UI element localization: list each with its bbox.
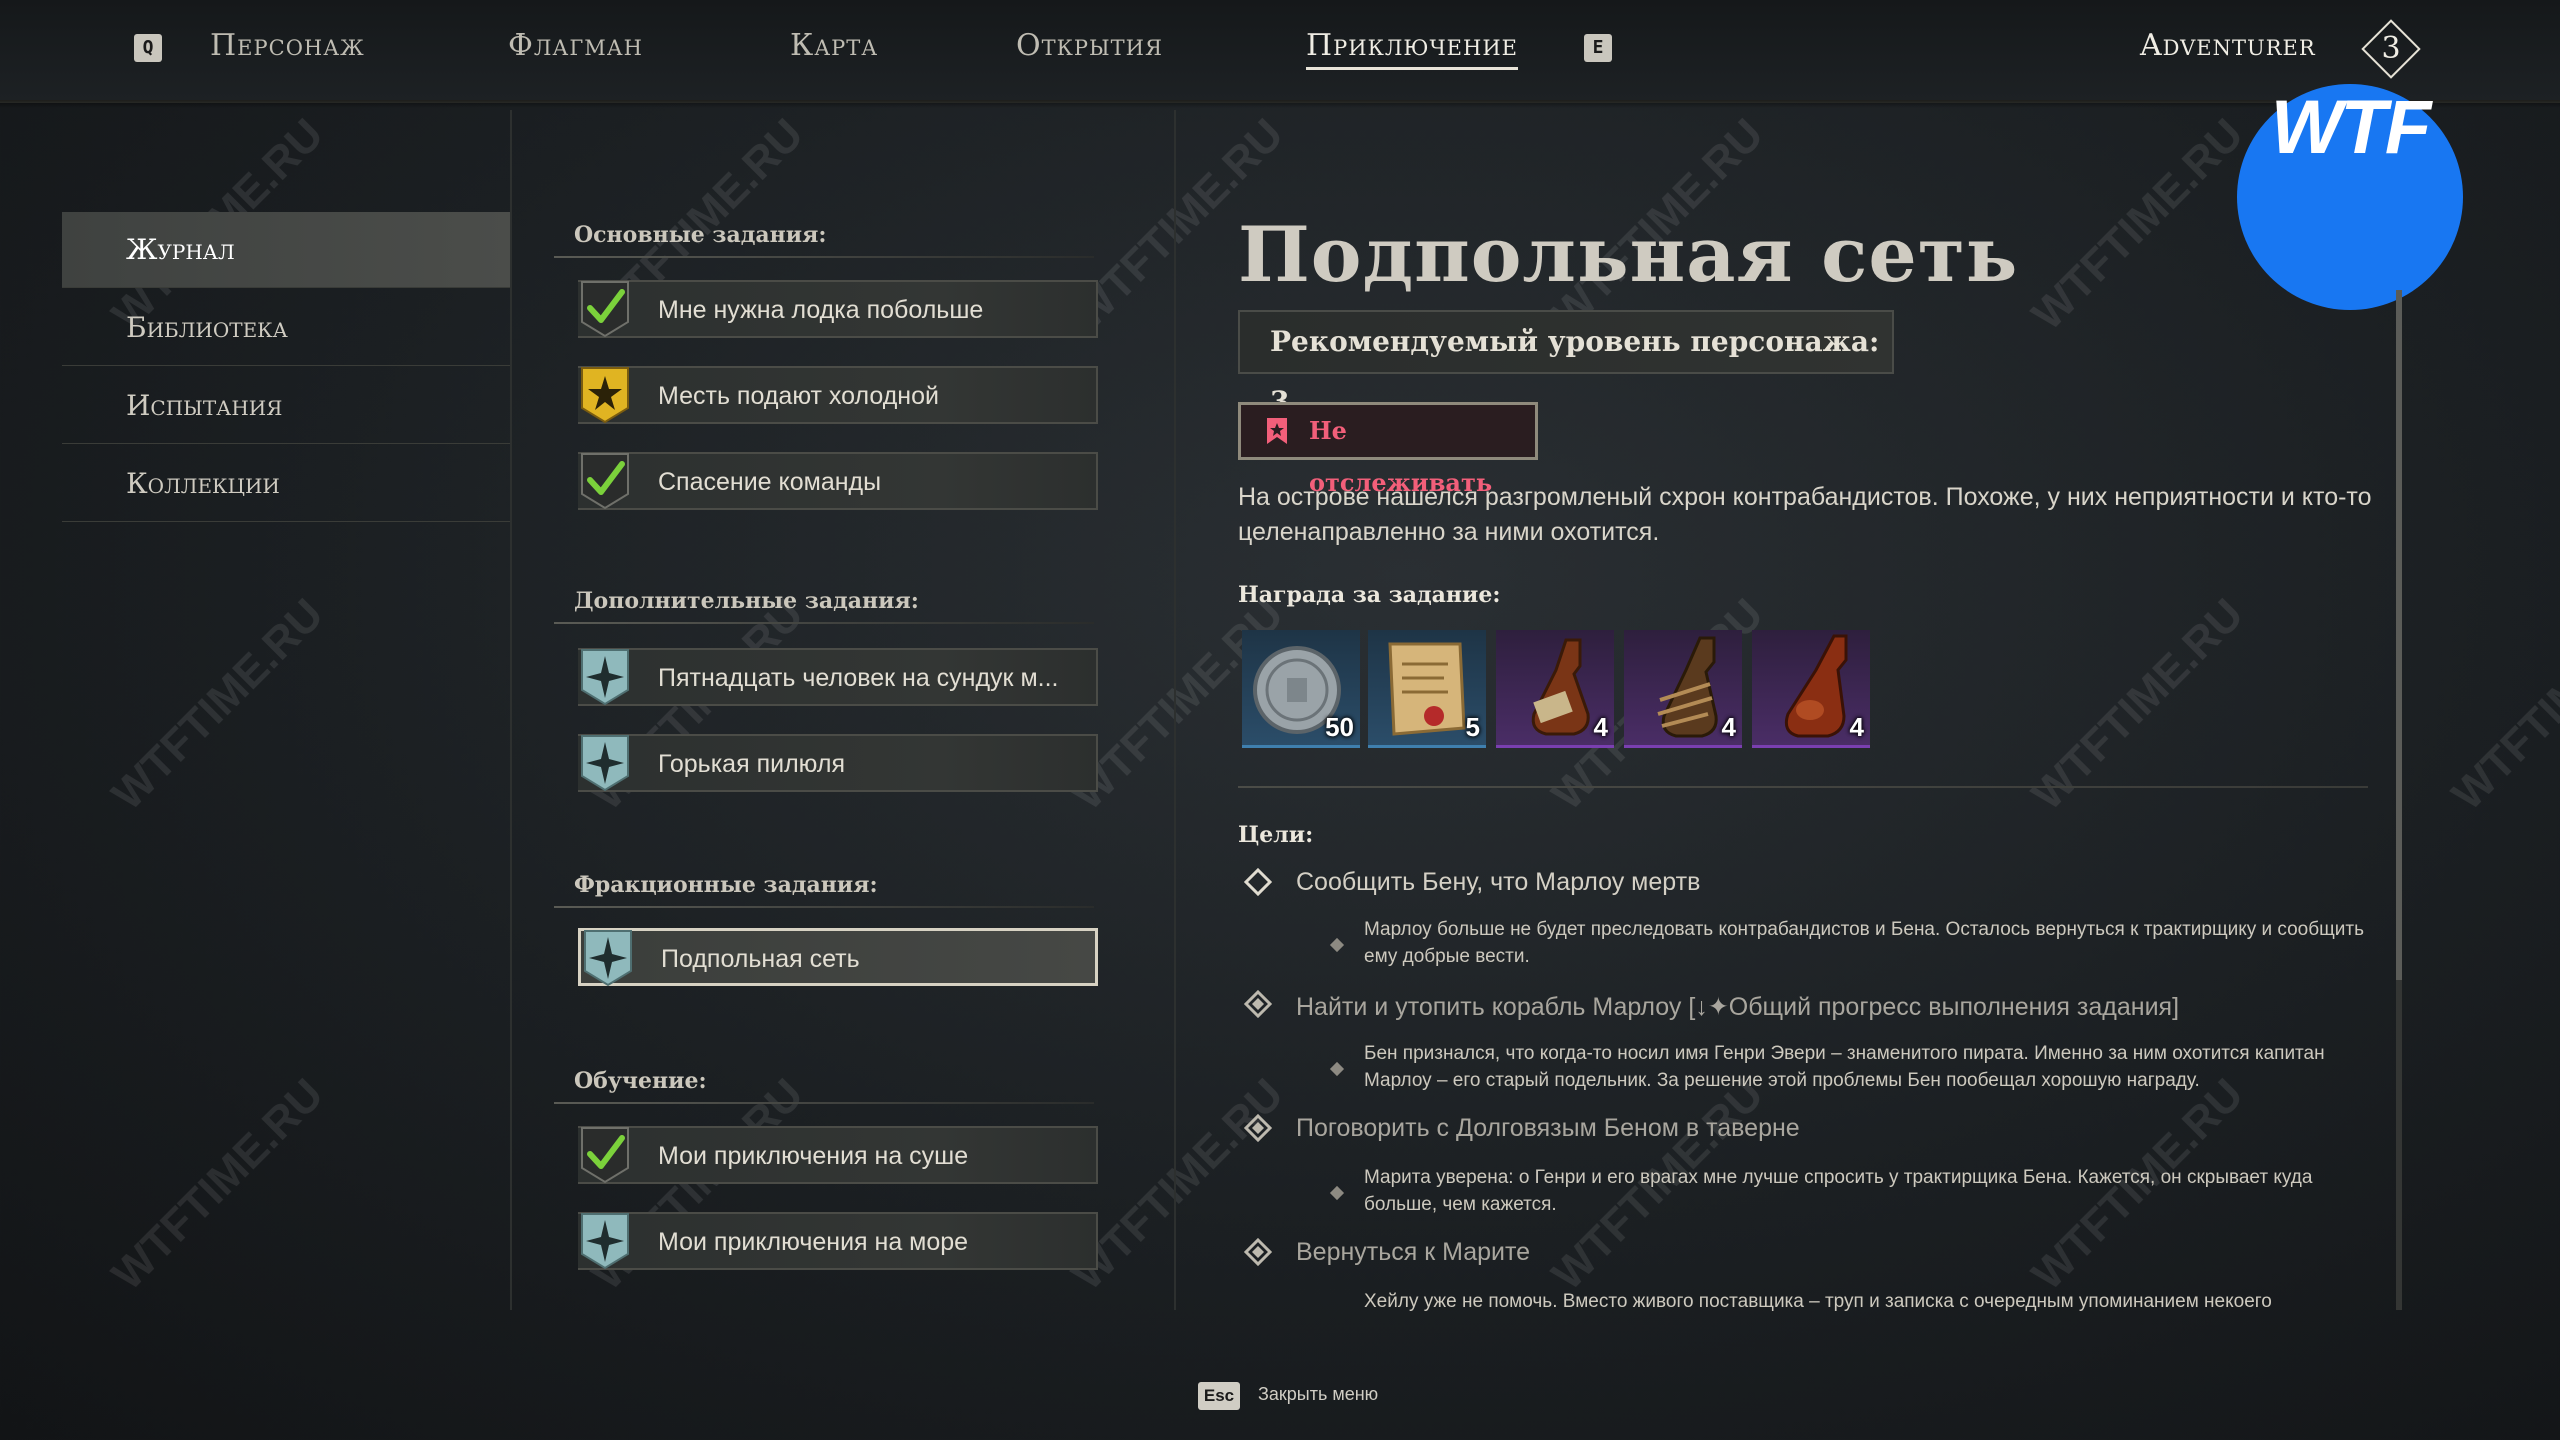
completed-quest-icon bbox=[581, 453, 629, 510]
divider bbox=[554, 1102, 1094, 1104]
quest-label: Пятнадцать человек на сундук м... bbox=[658, 664, 1059, 692]
quest-label: Спасение команды bbox=[658, 468, 882, 496]
tab-flagship[interactable]: Флагман bbox=[508, 28, 643, 63]
objective-note: Марлоу больше не будет преследовать конт… bbox=[1364, 919, 2364, 967]
active-quest-icon bbox=[581, 735, 629, 792]
objective-open-icon bbox=[1244, 868, 1272, 896]
goals-heading: Цели: bbox=[1238, 822, 1314, 848]
reward-item[interactable]: 4 bbox=[1624, 630, 1742, 748]
divider bbox=[554, 622, 1094, 624]
tab-character[interactable]: Персонаж bbox=[210, 28, 365, 63]
objective-title: Сообщить Бену, что Марлоу мертв bbox=[1296, 868, 1701, 896]
quest-item[interactable]: Спасение команды bbox=[578, 452, 1098, 510]
shared-progress-icon: ↓✦ bbox=[1695, 993, 1729, 1021]
bookmark-icon bbox=[1267, 418, 1287, 444]
tutorial-quests-heading: Обучение: bbox=[574, 1068, 707, 1094]
sidebar-item-collections[interactable]: Коллекции bbox=[62, 446, 510, 522]
scrollbar-thumb[interactable] bbox=[2396, 290, 2402, 980]
reward-count: 4 bbox=[1593, 712, 1608, 742]
tab-adventure[interactable]: Приключение bbox=[1306, 28, 1518, 70]
reward-item[interactable]: 4 bbox=[1496, 630, 1614, 748]
quest-item[interactable]: Пятнадцать человек на сундук м... bbox=[578, 648, 1098, 706]
tracked-quest-icon bbox=[581, 367, 629, 424]
faction-quests-heading: Фракционные задания: bbox=[574, 872, 878, 898]
reward-count: 4 bbox=[1721, 712, 1736, 742]
watermark-text: WTFTIME.RU bbox=[2442, 589, 2560, 820]
details-scrollbar[interactable] bbox=[2396, 290, 2402, 1310]
quest-details: Подпольная сеть Рекомендуемый уровень пе… bbox=[1238, 110, 2388, 1312]
quest-item[interactable]: Мои приключения на суше bbox=[578, 1126, 1098, 1184]
recommended-level: Рекомендуемый уровень персонажа: 3 bbox=[1238, 310, 1894, 418]
quest-list: Основные задания: Мне нужна лодка поболь… bbox=[510, 110, 1176, 1310]
reward-item[interactable]: 50 bbox=[1242, 630, 1360, 748]
quest-description: На острове нашелся разгромленый схрон ко… bbox=[1238, 483, 2372, 546]
tab-discoveries[interactable]: Открытия bbox=[1016, 28, 1163, 63]
active-quest-icon bbox=[581, 1213, 629, 1270]
quest-item[interactable]: Месть подают холодной bbox=[578, 366, 1098, 424]
bullet-icon bbox=[1329, 1185, 1345, 1201]
sidebar: Журнал Библиотека Испытания Коллекции bbox=[62, 110, 512, 1310]
objective-title: Вернуться к Марите bbox=[1296, 1238, 1531, 1266]
quest-title: Подпольная сеть bbox=[1238, 210, 2019, 299]
objective-note: Марита уверена: о Генри и его врагах мне… bbox=[1364, 1167, 2313, 1215]
reward-count: 5 bbox=[1465, 712, 1480, 742]
objective-done-icon bbox=[1244, 1114, 1272, 1142]
player-level-badge: 3 bbox=[2361, 19, 2421, 79]
quest-label: Месть подают холодной bbox=[658, 382, 939, 410]
sidebar-item-library[interactable]: Библиотека bbox=[62, 290, 510, 366]
objective-title-text: Найти и утопить корабль Марлоу [ bbox=[1296, 993, 1696, 1021]
objective-note: Бен признался, что когда-то носил имя Ге… bbox=[1364, 1043, 2325, 1091]
prev-tab-key[interactable]: Q bbox=[134, 34, 162, 62]
divider bbox=[1238, 786, 2368, 788]
objective-title: Поговорить с Долговязым Беном в таверне bbox=[1296, 1114, 1800, 1142]
next-tab-key[interactable]: E bbox=[1584, 34, 1612, 62]
side-quests-heading: Дополнительные задания: bbox=[574, 588, 919, 614]
quest-label: Подпольная сеть bbox=[661, 945, 860, 973]
shared-progress-tag: Общий прогресс выполнения задания] bbox=[1728, 993, 2180, 1021]
quest-label: Мои приключения на суше bbox=[658, 1142, 969, 1170]
quest-label: Мне нужна лодка побольше bbox=[658, 296, 984, 324]
active-quest-icon bbox=[584, 930, 632, 987]
divider bbox=[554, 906, 1094, 908]
quest-item[interactable]: Мои приключения на море bbox=[578, 1212, 1098, 1270]
reward-item[interactable]: 5 bbox=[1368, 630, 1486, 748]
quest-label: Мои приключения на море bbox=[658, 1228, 969, 1256]
active-quest-icon bbox=[581, 649, 629, 706]
quest-label: Горькая пилюля bbox=[658, 750, 845, 778]
completed-quest-icon bbox=[581, 1127, 629, 1184]
close-menu-label[interactable]: Закрыть меню bbox=[1258, 1384, 1378, 1405]
top-navigation: Q Персонаж Флагман Карта Открытия Приклю… bbox=[0, 0, 2560, 108]
tab-map[interactable]: Карта bbox=[790, 28, 878, 63]
objective-title: Найти и утопить корабль Марлоу [↓✦Общий … bbox=[1296, 992, 2179, 1022]
bullet-icon bbox=[1329, 1061, 1345, 1077]
objective-done-icon bbox=[1244, 1238, 1272, 1266]
reward-item[interactable]: 4 bbox=[1752, 630, 1870, 748]
untrack-button[interactable]: Не отслеживать bbox=[1238, 402, 1538, 497]
bullet-icon bbox=[1329, 937, 1345, 953]
reward-count: 4 bbox=[1849, 712, 1864, 742]
completed-quest-icon bbox=[581, 281, 629, 338]
sidebar-item-trials[interactable]: Испытания bbox=[62, 368, 510, 444]
esc-key[interactable]: Esc bbox=[1198, 1382, 1240, 1410]
objective-done-icon bbox=[1244, 990, 1272, 1018]
player-level: 3 bbox=[2381, 31, 2401, 66]
quest-item[interactable]: Мне нужна лодка побольше bbox=[578, 280, 1098, 338]
divider bbox=[554, 256, 1094, 258]
objective-note: Хейлу уже не помочь. Вместо живого поста… bbox=[1364, 1291, 2272, 1312]
quest-item-selected[interactable]: Подпольная сеть bbox=[578, 928, 1098, 987]
quest-item[interactable]: Горькая пилюля bbox=[578, 734, 1098, 792]
player-name: Adventurer bbox=[2140, 28, 2316, 63]
main-quests-heading: Основные задания: bbox=[574, 222, 827, 248]
sidebar-item-journal[interactable]: Журнал bbox=[62, 212, 510, 288]
reward-heading: Награда за задание: bbox=[1238, 582, 1501, 608]
reward-count: 50 bbox=[1325, 712, 1354, 742]
